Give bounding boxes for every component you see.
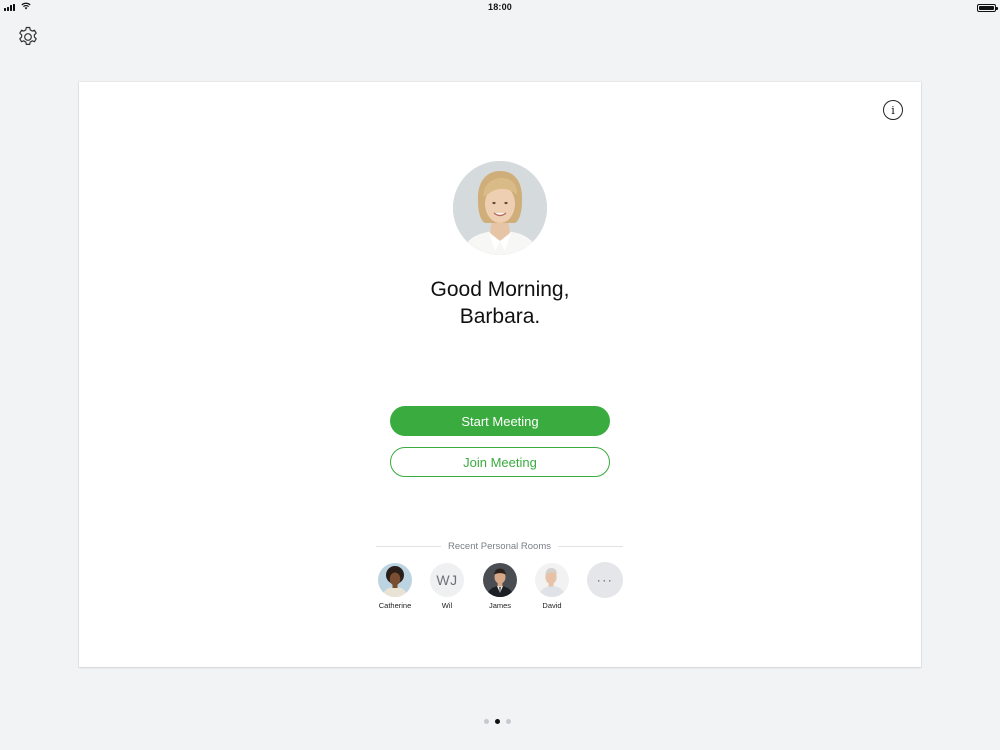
gear-icon bbox=[19, 26, 37, 45]
start-meeting-label: Start Meeting bbox=[461, 413, 539, 429]
avatar-photo bbox=[483, 563, 517, 597]
room-name: David bbox=[542, 601, 562, 610]
recent-room-david[interactable]: David bbox=[528, 563, 576, 610]
info-icon: i bbox=[891, 103, 895, 117]
avatar bbox=[378, 563, 412, 597]
home-card: i Good Morning, Barbara. Start Meeting J… bbox=[79, 82, 921, 667]
start-meeting-button[interactable]: Start Meeting bbox=[390, 406, 610, 436]
avatar-initials: WJ bbox=[430, 563, 464, 597]
recent-room-james[interactable]: James bbox=[476, 563, 524, 610]
divider-line bbox=[376, 545, 442, 547]
settings-button[interactable] bbox=[16, 25, 40, 49]
room-name: Wil bbox=[441, 601, 453, 610]
greeting-text: Good Morning, Barbara. bbox=[300, 276, 700, 330]
page-indicator[interactable] bbox=[484, 719, 511, 724]
recent-room-catherine[interactable]: Catherine bbox=[371, 563, 419, 610]
page-dot[interactable] bbox=[506, 719, 511, 724]
more-rooms-button[interactable]: ··· bbox=[581, 562, 629, 598]
join-meeting-button[interactable]: Join Meeting bbox=[390, 447, 610, 477]
avatar-photo bbox=[535, 563, 569, 597]
room-name: Catherine bbox=[378, 601, 412, 610]
battery-icon bbox=[977, 4, 998, 12]
status-time: 18:00 bbox=[487, 2, 513, 12]
avatar-photo bbox=[378, 563, 412, 597]
recent-rooms-label: Recent Personal Rooms bbox=[448, 540, 551, 552]
status-bar: 18:00 bbox=[0, 0, 1000, 16]
recent-rooms-header: Recent Personal Rooms bbox=[376, 539, 623, 553]
more-icon: ··· bbox=[587, 562, 623, 598]
greeting-line-2: Barbara. bbox=[459, 305, 541, 328]
avatar bbox=[535, 563, 569, 597]
recent-room-wil[interactable]: WJ Wil bbox=[423, 563, 471, 610]
user-avatar-photo bbox=[453, 161, 547, 255]
avatar bbox=[483, 563, 517, 597]
user-avatar bbox=[453, 161, 547, 255]
info-button[interactable]: i bbox=[883, 100, 903, 120]
greeting-line-1: Good Morning, bbox=[430, 278, 570, 301]
divider-line bbox=[557, 545, 623, 547]
page-dot-active[interactable] bbox=[495, 719, 500, 724]
page-dot[interactable] bbox=[484, 719, 489, 724]
join-meeting-label: Join Meeting bbox=[463, 454, 537, 470]
room-name: James bbox=[488, 601, 512, 610]
